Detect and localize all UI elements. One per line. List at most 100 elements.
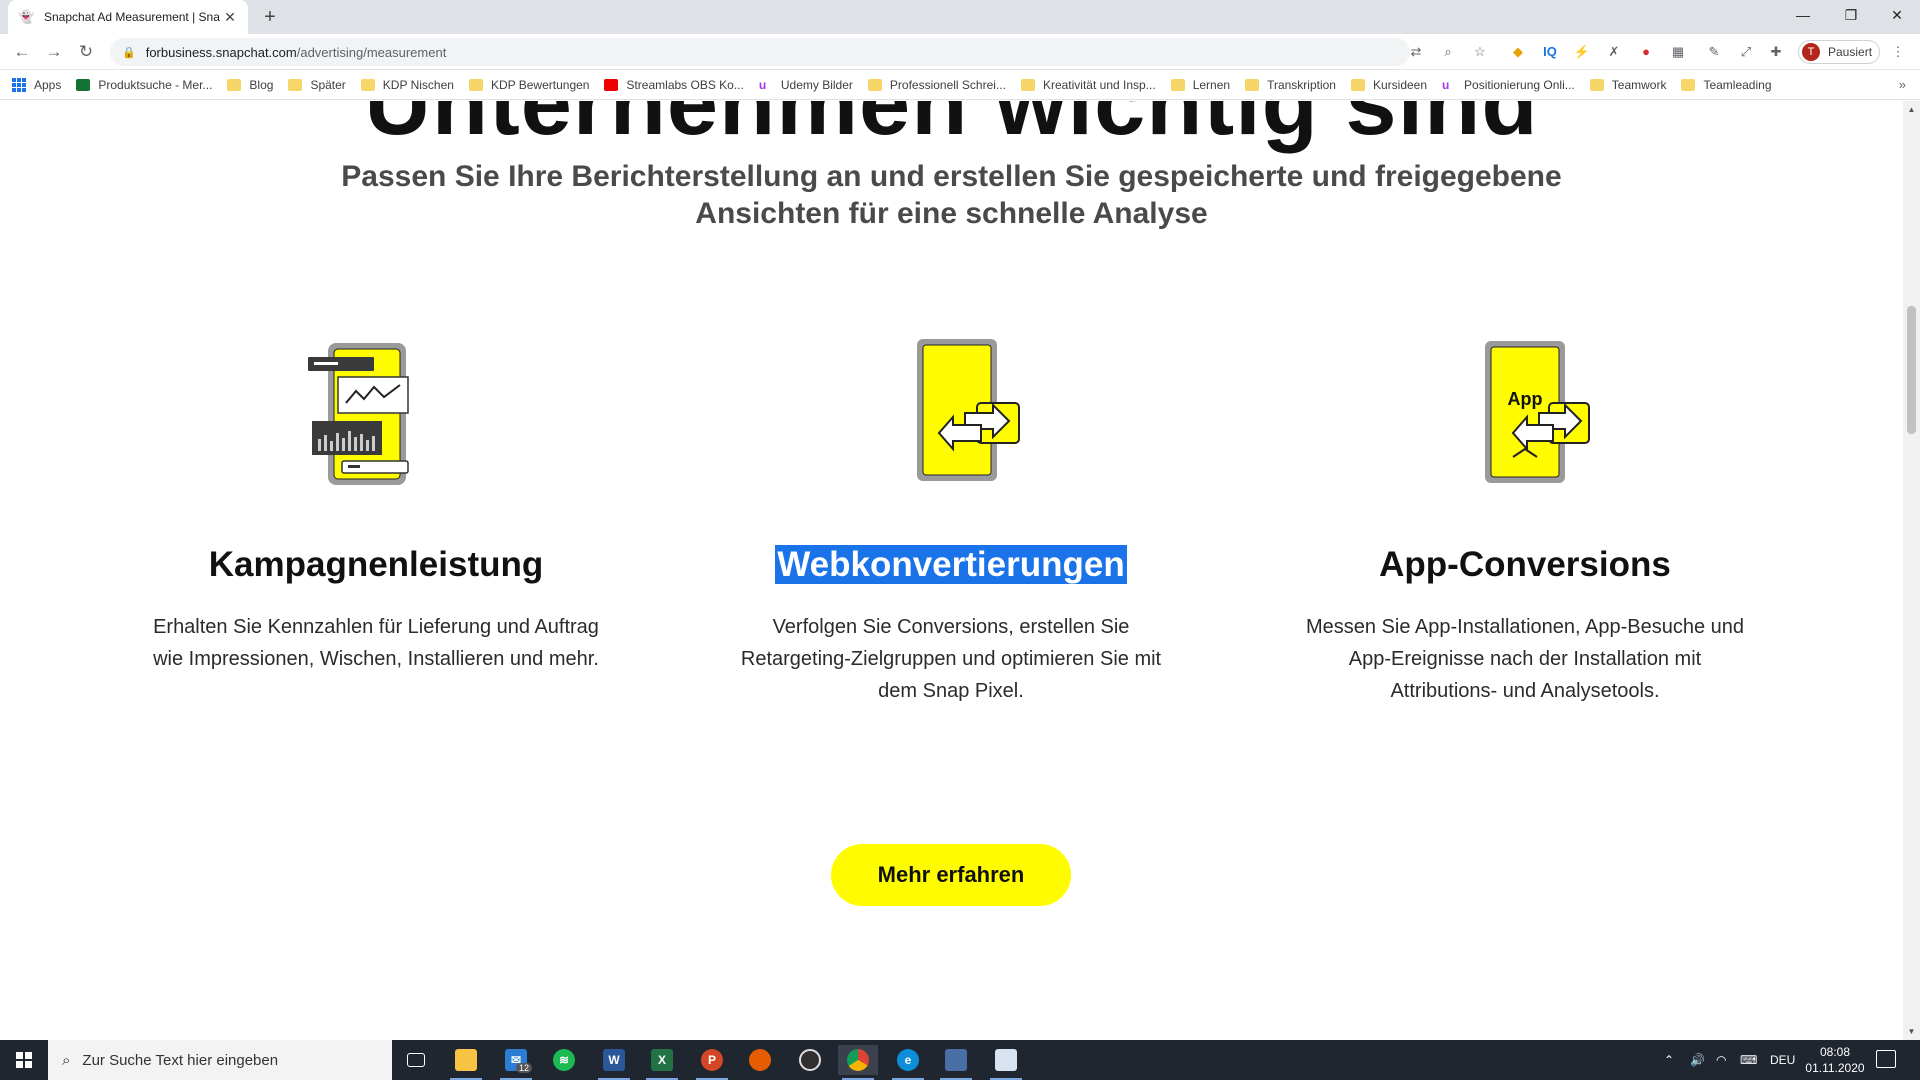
network-icon[interactable]: ◠	[1716, 1040, 1726, 1080]
taskbar-spotify[interactable]: ≋	[544, 1045, 584, 1075]
taskbar-search[interactable]: ⌕ Zur Suche Text hier eingeben	[48, 1040, 392, 1080]
translate-icon[interactable]: ⇄	[1406, 42, 1426, 62]
extension-x-icon[interactable]: ✗	[1604, 42, 1624, 62]
search-icon: ⌕	[62, 1051, 71, 1069]
page-content: Unternehmen wichtig sind Passen Sie Ihre…	[0, 101, 1903, 1040]
forward-button[interactable]: →	[42, 40, 66, 64]
bookmark-teamleading[interactable]: Teamleading	[1681, 78, 1772, 92]
bookmark-kdp-bewertungen[interactable]: KDP Bewertungen	[468, 78, 589, 92]
folder-icon	[1350, 78, 1365, 91]
clock-date: 01.11.2020	[1805, 1061, 1865, 1075]
zoom-icon[interactable]: ⌕	[1438, 42, 1458, 62]
taskbar-mail[interactable]: ✉ 12	[496, 1045, 536, 1080]
task-view-button[interactable]	[396, 1045, 436, 1075]
udemy-icon: u	[758, 77, 767, 92]
extensions-puzzle-icon[interactable]: ✚	[1766, 42, 1786, 62]
bookmark-kdp-nischen[interactable]: KDP Nischen	[360, 78, 454, 92]
taskbar-file-explorer[interactable]	[446, 1045, 486, 1080]
taskbar-edge[interactable]: e	[888, 1045, 928, 1080]
scroll-up-icon[interactable]: ▲	[1903, 105, 1920, 114]
folder-icon	[867, 78, 882, 91]
bookmark-teamwork[interactable]: Teamwork	[1589, 78, 1666, 92]
folder-icon	[227, 78, 242, 91]
keyboard-icon[interactable]: ⌨	[1740, 1040, 1757, 1080]
feature-description: Verfolgen Sie Conversions, erstellen Sie…	[740, 616, 1162, 702]
extension-iq-icon[interactable]: IQ	[1540, 42, 1560, 62]
word-icon: W	[603, 1049, 625, 1071]
feature-web-conversions: Webkonvertierungen Verfolgen Sie Convers…	[711, 339, 1191, 707]
folder-icon	[1020, 78, 1035, 91]
fullscreen-icon[interactable]: ⤢	[1736, 42, 1756, 62]
folder-icon	[1589, 78, 1604, 91]
app-orange-icon	[749, 1049, 771, 1071]
taskbar-powerpoint[interactable]: P	[692, 1045, 732, 1080]
taskbar-obs[interactable]	[790, 1045, 830, 1075]
scroll-down-icon[interactable]: ▼	[1903, 1027, 1920, 1036]
taskbar-clock[interactable]: 08:08 01.11.2020	[1800, 1044, 1870, 1076]
address-bar[interactable]: 🔒 forbusiness.snapchat.com/advertising/m…	[110, 38, 1410, 66]
feature-app-conversions: App App-Conversions Messen Sie App-Insta…	[1285, 339, 1765, 707]
extension-grid-icon[interactable]: ▦	[1668, 42, 1688, 62]
close-tab-icon[interactable]: ✕	[222, 9, 238, 26]
folder-icon	[360, 78, 375, 91]
browser-toolbar: ← → ↻ 🔒 forbusiness.snapchat.com/adverti…	[0, 34, 1920, 70]
page-scrollbar[interactable]: ▲ ▼	[1903, 101, 1920, 1040]
udemy-icon: u	[1442, 77, 1450, 92]
taskbar-app-orange[interactable]	[740, 1045, 780, 1075]
bookmark-kursideen[interactable]: Kursideen	[1350, 78, 1427, 92]
restore-window-button[interactable]: ❐	[1828, 0, 1874, 30]
bookmark-apps[interactable]: Apps	[12, 77, 61, 92]
scrollbar-thumb[interactable]	[1907, 306, 1916, 434]
folder-icon	[288, 78, 303, 91]
feature-title: App-Conversions	[1379, 545, 1671, 584]
bookmark-blog[interactable]: Blog	[227, 78, 273, 92]
taskbar-excel[interactable]: X	[642, 1045, 682, 1080]
new-tab-button[interactable]: +	[258, 5, 282, 29]
profile-button[interactable]: T Pausiert	[1798, 40, 1880, 64]
start-button[interactable]	[0, 1040, 48, 1080]
windows-taskbar: ⌕ Zur Suche Text hier eingeben ✉ 12 ≋ W X…	[0, 1040, 1920, 1080]
bookmarks-overflow-icon[interactable]: »	[1899, 77, 1906, 92]
bookmark-transkription[interactable]: Transkription	[1245, 78, 1336, 92]
url-path: /advertising/measurement	[296, 44, 447, 60]
taskbar-chrome[interactable]	[838, 1045, 878, 1080]
web-conversion-phone-icon	[881, 339, 1021, 489]
close-window-button[interactable]: ✕	[1874, 0, 1920, 30]
url-domain: forbusiness.snapchat.com	[145, 44, 297, 60]
reload-button[interactable]: ↻	[74, 40, 98, 64]
windows-logo-icon	[16, 1052, 32, 1068]
browser-menu-icon[interactable]: ⋮	[1888, 42, 1908, 62]
taskbar-app-blue[interactable]	[936, 1045, 976, 1080]
bookmark-kreativitaet[interactable]: Kreativität und Insp...	[1020, 78, 1156, 92]
bookmark-produktsuche[interactable]: Produktsuche - Mer...	[76, 78, 212, 92]
folder-icon	[1245, 78, 1260, 91]
youtube-icon	[604, 78, 619, 91]
bookmark-streamlabs[interactable]: Streamlabs OBS Ko...	[604, 78, 744, 92]
extension-abp-icon[interactable]: ●	[1636, 42, 1656, 62]
bookmark-udemy-bilder[interactable]: u Udemy Bilder	[759, 78, 853, 92]
eyedropper-icon[interactable]: ✎	[1704, 42, 1724, 62]
campaign-performance-phone-icon	[306, 339, 446, 489]
feature-title: Kampagnenleistung	[208, 545, 544, 584]
bookmark-star-icon[interactable]: ☆	[1470, 42, 1490, 62]
language-indicator[interactable]: DEU	[1770, 1040, 1795, 1080]
extension-lightning-icon[interactable]: ⚡	[1572, 42, 1592, 62]
taskbar-app-notes[interactable]	[986, 1045, 1026, 1080]
mail-badge: 12	[515, 1063, 532, 1073]
clock-time: 08:08	[1819, 1045, 1851, 1059]
minimize-window-button[interactable]: —	[1780, 0, 1826, 30]
learn-more-button[interactable]: Mehr erfahren	[831, 844, 1071, 906]
extension-honey-icon[interactable]: ◆	[1508, 42, 1528, 62]
notification-center-icon[interactable]	[1876, 1050, 1896, 1068]
bookmark-lernen[interactable]: Lernen	[1170, 78, 1230, 92]
taskbar-word[interactable]: W	[594, 1045, 634, 1080]
browser-tab[interactable]: 👻 Snapchat Ad Measurement | Sna ✕	[8, 0, 248, 34]
feature-title-selected: Webkonvertierungen	[775, 545, 1127, 584]
tray-chevron-icon[interactable]: ⌃	[1664, 1040, 1674, 1080]
obs-icon	[799, 1049, 821, 1071]
back-button[interactable]: ←	[10, 40, 34, 64]
bookmark-professionell[interactable]: Professionell Schrei...	[867, 78, 1006, 92]
volume-icon[interactable]: 🔊	[1690, 1040, 1705, 1080]
bookmark-positionierung[interactable]: u Positionierung Onli...	[1442, 78, 1575, 92]
bookmark-spaeter[interactable]: Später	[288, 78, 346, 92]
